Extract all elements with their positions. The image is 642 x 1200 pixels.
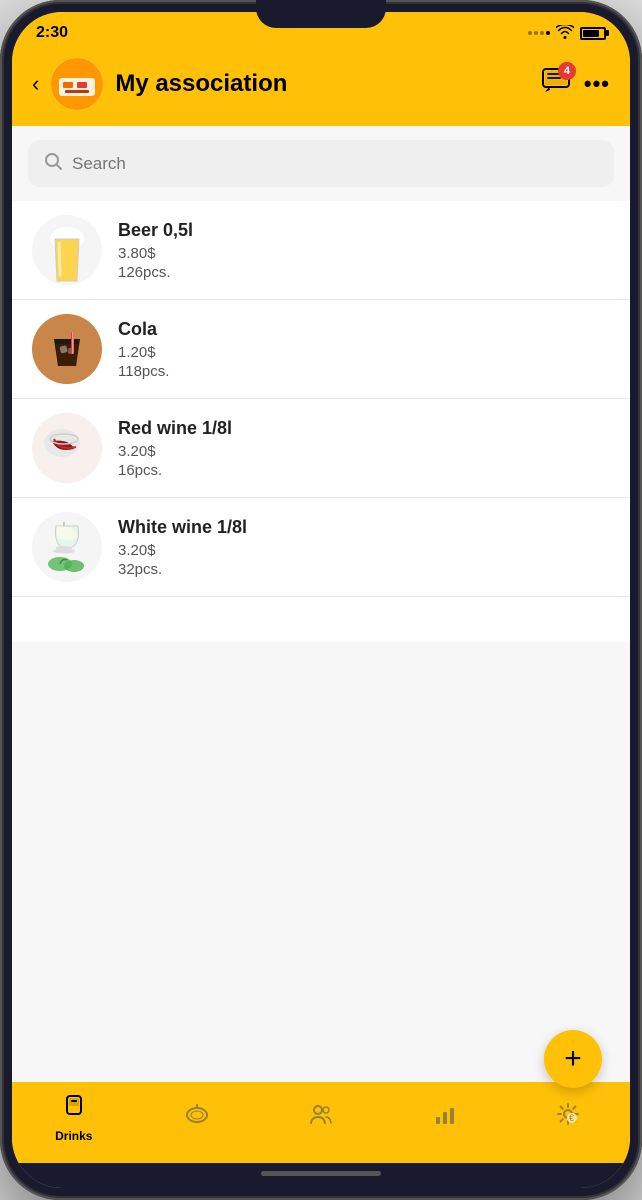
nav-item-settings[interactable]: € xyxy=(506,1101,630,1134)
search-container xyxy=(12,126,630,201)
item-info-beer: Beer 0,5l 3.80$ 126pcs. xyxy=(118,220,610,281)
item-stock: 126pcs. xyxy=(118,264,610,281)
item-image-beer xyxy=(32,215,102,285)
drinks-nav-label: Drinks xyxy=(55,1129,92,1143)
avatar xyxy=(51,58,103,110)
nav-item-drinks[interactable]: Drinks xyxy=(12,1092,136,1143)
item-name: Red wine 1/8l xyxy=(118,418,610,439)
settings-nav-icon: € xyxy=(555,1101,581,1134)
search-icon xyxy=(44,152,62,175)
search-box[interactable] xyxy=(28,140,614,187)
back-button[interactable]: ‹ xyxy=(32,71,39,97)
home-indicator xyxy=(12,1163,630,1188)
wifi-icon xyxy=(556,25,574,42)
item-list: Beer 0,5l 3.80$ 126pcs. xyxy=(12,201,630,642)
list-item[interactable]: Red wine 1/8l 3.20$ 16pcs. xyxy=(12,399,630,498)
item-name: Beer 0,5l xyxy=(118,220,610,241)
item-name: Cola xyxy=(118,319,610,340)
notch xyxy=(256,0,386,28)
drinks-nav-icon xyxy=(61,1092,87,1125)
messages-button[interactable]: 4 xyxy=(542,68,570,101)
add-button[interactable]: + xyxy=(544,1030,602,1088)
home-bar xyxy=(261,1171,381,1176)
header-title: My association xyxy=(115,70,530,98)
item-image-redwine xyxy=(32,413,102,483)
svg-text:€: € xyxy=(569,1113,574,1123)
members-nav-icon xyxy=(308,1101,334,1134)
nav-item-food[interactable] xyxy=(136,1101,260,1134)
list-item[interactable]: Cola 1.20$ 118pcs. xyxy=(12,300,630,399)
phone-frame: 2:30 ‹ xyxy=(0,0,642,1200)
list-item[interactable]: Beer 0,5l 3.80$ 126pcs. xyxy=(12,201,630,300)
item-image-whitewine xyxy=(32,512,102,582)
item-stock: 118pcs. xyxy=(118,363,610,380)
header: ‹ My association xyxy=(12,48,630,126)
item-price: 3.20$ xyxy=(118,443,610,460)
item-image-cola xyxy=(32,314,102,384)
list-item[interactable]: White wine 1/8l 3.20$ 32pcs. xyxy=(12,498,630,597)
item-stock: 16pcs. xyxy=(118,462,610,479)
battery-icon xyxy=(580,27,606,40)
nav-item-members[interactable] xyxy=(259,1101,383,1134)
item-name: White wine 1/8l xyxy=(118,517,610,538)
item-info-whitewine: White wine 1/8l 3.20$ 32pcs. xyxy=(118,517,610,578)
item-info-cola: Cola 1.20$ 118pcs. xyxy=(118,319,610,380)
food-nav-icon xyxy=(184,1101,210,1134)
signal-icon xyxy=(528,31,550,35)
item-price: 1.20$ xyxy=(118,344,610,361)
nav-item-stats[interactable] xyxy=(383,1101,507,1134)
status-time: 2:30 xyxy=(36,24,68,42)
screen: 2:30 ‹ xyxy=(12,12,630,1188)
message-badge: 4 xyxy=(558,62,576,80)
empty-area xyxy=(12,642,630,1083)
search-input[interactable] xyxy=(72,154,598,174)
bottom-nav: Drinks xyxy=(12,1082,630,1163)
item-price: 3.80$ xyxy=(118,245,610,262)
status-icons xyxy=(528,25,606,42)
item-stock: 32pcs. xyxy=(118,561,610,578)
content-area: Beer 0,5l 3.80$ 126pcs. xyxy=(12,126,630,1082)
stats-nav-icon xyxy=(432,1101,458,1134)
item-info-redwine: Red wine 1/8l 3.20$ 16pcs. xyxy=(118,418,610,479)
item-price: 3.20$ xyxy=(118,542,610,559)
more-button[interactable]: ••• xyxy=(584,71,610,97)
header-actions: 4 ••• xyxy=(542,68,610,101)
